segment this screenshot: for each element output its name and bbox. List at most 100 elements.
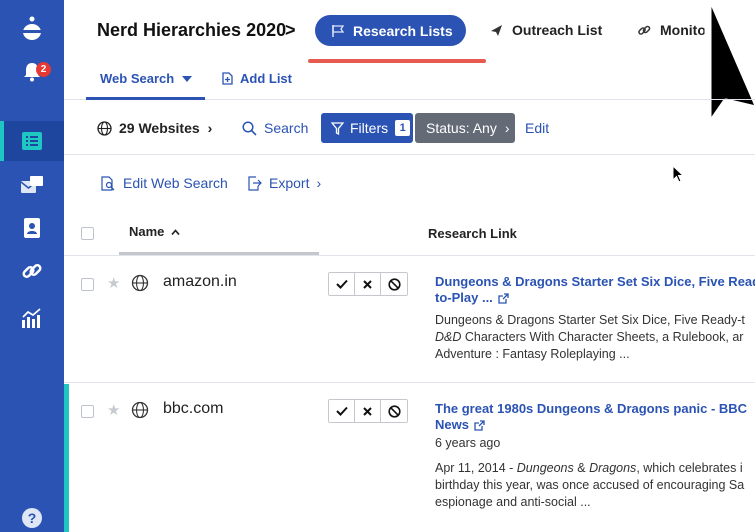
approve-button[interactable] xyxy=(329,273,355,295)
contact-card-icon xyxy=(24,218,40,238)
help-button[interactable]: ? xyxy=(22,508,42,528)
add-list-label: Add List xyxy=(240,71,292,86)
project-title[interactable]: Nerd Hierarchies 2020 xyxy=(97,20,286,41)
sidebar-item-reports[interactable] xyxy=(0,298,64,338)
globe-icon xyxy=(131,401,149,419)
tab-web-search-label: Web Search xyxy=(100,71,175,86)
send-icon xyxy=(491,24,502,36)
research-link-title-line2: News xyxy=(435,417,469,432)
column-header-name[interactable]: Name xyxy=(129,224,181,239)
notifications-bell-icon[interactable] xyxy=(0,52,64,92)
mouse-cursor-icon xyxy=(672,165,684,183)
filters-count-badge: 1 xyxy=(395,120,411,136)
edit-web-search-label: Edit Web Search xyxy=(123,175,228,191)
table-row: ★ amazon.in Dungeons & Dragons Starter S… xyxy=(64,257,755,383)
export-button[interactable]: Export › xyxy=(247,175,321,191)
row-checkbox[interactable] xyxy=(81,405,94,418)
research-snippet: Dungeons & Dragons Starter Set Six Dice,… xyxy=(435,312,755,363)
sort-column-underline xyxy=(119,252,319,255)
research-link-title[interactable]: The great 1980s Dungeons & Dragons panic… xyxy=(435,401,755,417)
websites-count-button[interactable]: 29 Websites › xyxy=(97,120,212,136)
websites-count-label: 29 Websites xyxy=(119,120,200,136)
snippet-line: Apr 11, 2014 - Dungeons & Dragons, which… xyxy=(435,460,755,477)
search-label: Search xyxy=(264,120,309,136)
close-icon xyxy=(363,279,372,289)
search-icon xyxy=(242,120,257,136)
sidebar-item-contacts[interactable] xyxy=(0,208,64,248)
research-link-title-line2: to-Play ... xyxy=(435,290,493,305)
tab-research-lists[interactable]: Research Lists xyxy=(315,15,466,46)
snippet-emphasis: Dungeons xyxy=(516,461,574,475)
star-icon[interactable]: ★ xyxy=(107,401,120,419)
select-all-checkbox[interactable] xyxy=(81,227,94,240)
check-icon xyxy=(335,279,348,289)
reject-button[interactable] xyxy=(355,400,381,422)
add-list-button[interactable]: Add List xyxy=(222,71,292,86)
close-icon xyxy=(363,406,372,416)
link-icon xyxy=(638,25,651,35)
filter-toolbar: 29 Websites › Search Filters 1 Status: A… xyxy=(64,101,755,155)
action-row: Edit Web Search Export › xyxy=(64,155,755,210)
edit-web-search-button[interactable]: Edit Web Search xyxy=(101,175,228,191)
notification-count-badge: 2 xyxy=(36,62,51,77)
block-icon xyxy=(387,404,401,418)
external-link-icon xyxy=(474,419,485,431)
reject-button[interactable] xyxy=(355,273,381,295)
filters-label: Filters xyxy=(350,120,389,136)
filter-icon xyxy=(331,121,344,135)
row-action-buttons xyxy=(328,272,408,296)
sidebar: 2 ? xyxy=(0,0,64,532)
external-link-icon xyxy=(498,292,509,304)
research-snippet: Apr 11, 2014 - Dungeons & Dragons, which… xyxy=(435,460,755,511)
check-icon xyxy=(335,406,348,416)
tab-outreach-list[interactable]: Outreach List xyxy=(490,22,602,38)
research-link-title-cont[interactable]: News xyxy=(435,417,755,433)
active-indicator xyxy=(0,121,4,161)
tab-monitor[interactable]: Monitor xyxy=(638,22,711,38)
globe-icon xyxy=(97,120,112,136)
snippet-line: Adventure : Fantasy Roleplaying ... xyxy=(435,347,630,361)
sidebar-item-outreach[interactable] xyxy=(0,165,64,205)
sidebar-item-research-lists[interactable] xyxy=(0,121,64,161)
star-icon[interactable]: ★ xyxy=(107,274,120,292)
export-icon xyxy=(248,175,262,191)
research-link-title[interactable]: Dungeons & Dragons Starter Set Six Dice,… xyxy=(435,274,755,290)
filters-button[interactable]: Filters 1 xyxy=(321,113,413,143)
result-age: 6 years ago xyxy=(435,436,501,450)
export-label: Export xyxy=(269,175,310,191)
edit-label: Edit xyxy=(525,120,550,136)
table-header: Name Research Link xyxy=(64,210,755,256)
globe-icon xyxy=(131,274,149,292)
approve-button[interactable] xyxy=(329,400,355,422)
row-checkbox[interactable] xyxy=(81,278,94,291)
sort-ascending-icon xyxy=(171,228,181,235)
snippet-line: espionage and anti-social ... xyxy=(435,495,591,509)
add-file-icon xyxy=(222,72,233,85)
sidebar-item-links[interactable] xyxy=(0,251,64,291)
edit-filters-link[interactable]: Edit xyxy=(525,120,549,136)
status-filter-chip[interactable]: Status: Any › xyxy=(415,113,515,143)
research-link-cell: Dungeons & Dragons Starter Set Six Dice,… xyxy=(435,274,755,363)
snippet-emphasis: D&D xyxy=(435,330,462,344)
link-icon xyxy=(22,263,42,279)
caret-down-icon xyxy=(182,75,193,82)
row-action-buttons xyxy=(328,399,408,423)
tab-outreach-list-label: Outreach List xyxy=(512,22,603,38)
chevron-right-icon: › xyxy=(316,175,322,191)
top-header: Nerd Hierarchies 2020 > Research Lists O… xyxy=(64,0,755,63)
column-header-research-link[interactable]: Research Link xyxy=(428,226,517,241)
mail-icon xyxy=(21,176,43,193)
chevron-right-icon: › xyxy=(504,120,510,136)
block-button[interactable] xyxy=(381,400,407,422)
row-domain[interactable]: bbc.com xyxy=(163,400,223,418)
project-chevron-icon[interactable]: > xyxy=(285,20,296,41)
row-domain[interactable]: amazon.in xyxy=(163,273,237,291)
snippet-line: D&D Characters With Character Sheets, a … xyxy=(435,329,755,346)
logo-icon[interactable] xyxy=(0,8,64,48)
chevron-right-icon: › xyxy=(207,120,213,136)
block-button[interactable] xyxy=(381,273,407,295)
row-selected-indicator xyxy=(64,384,69,532)
tab-web-search[interactable]: Web Search xyxy=(100,71,193,86)
research-link-title-cont[interactable]: to-Play ... xyxy=(435,290,755,306)
search-button[interactable]: Search xyxy=(242,120,308,136)
